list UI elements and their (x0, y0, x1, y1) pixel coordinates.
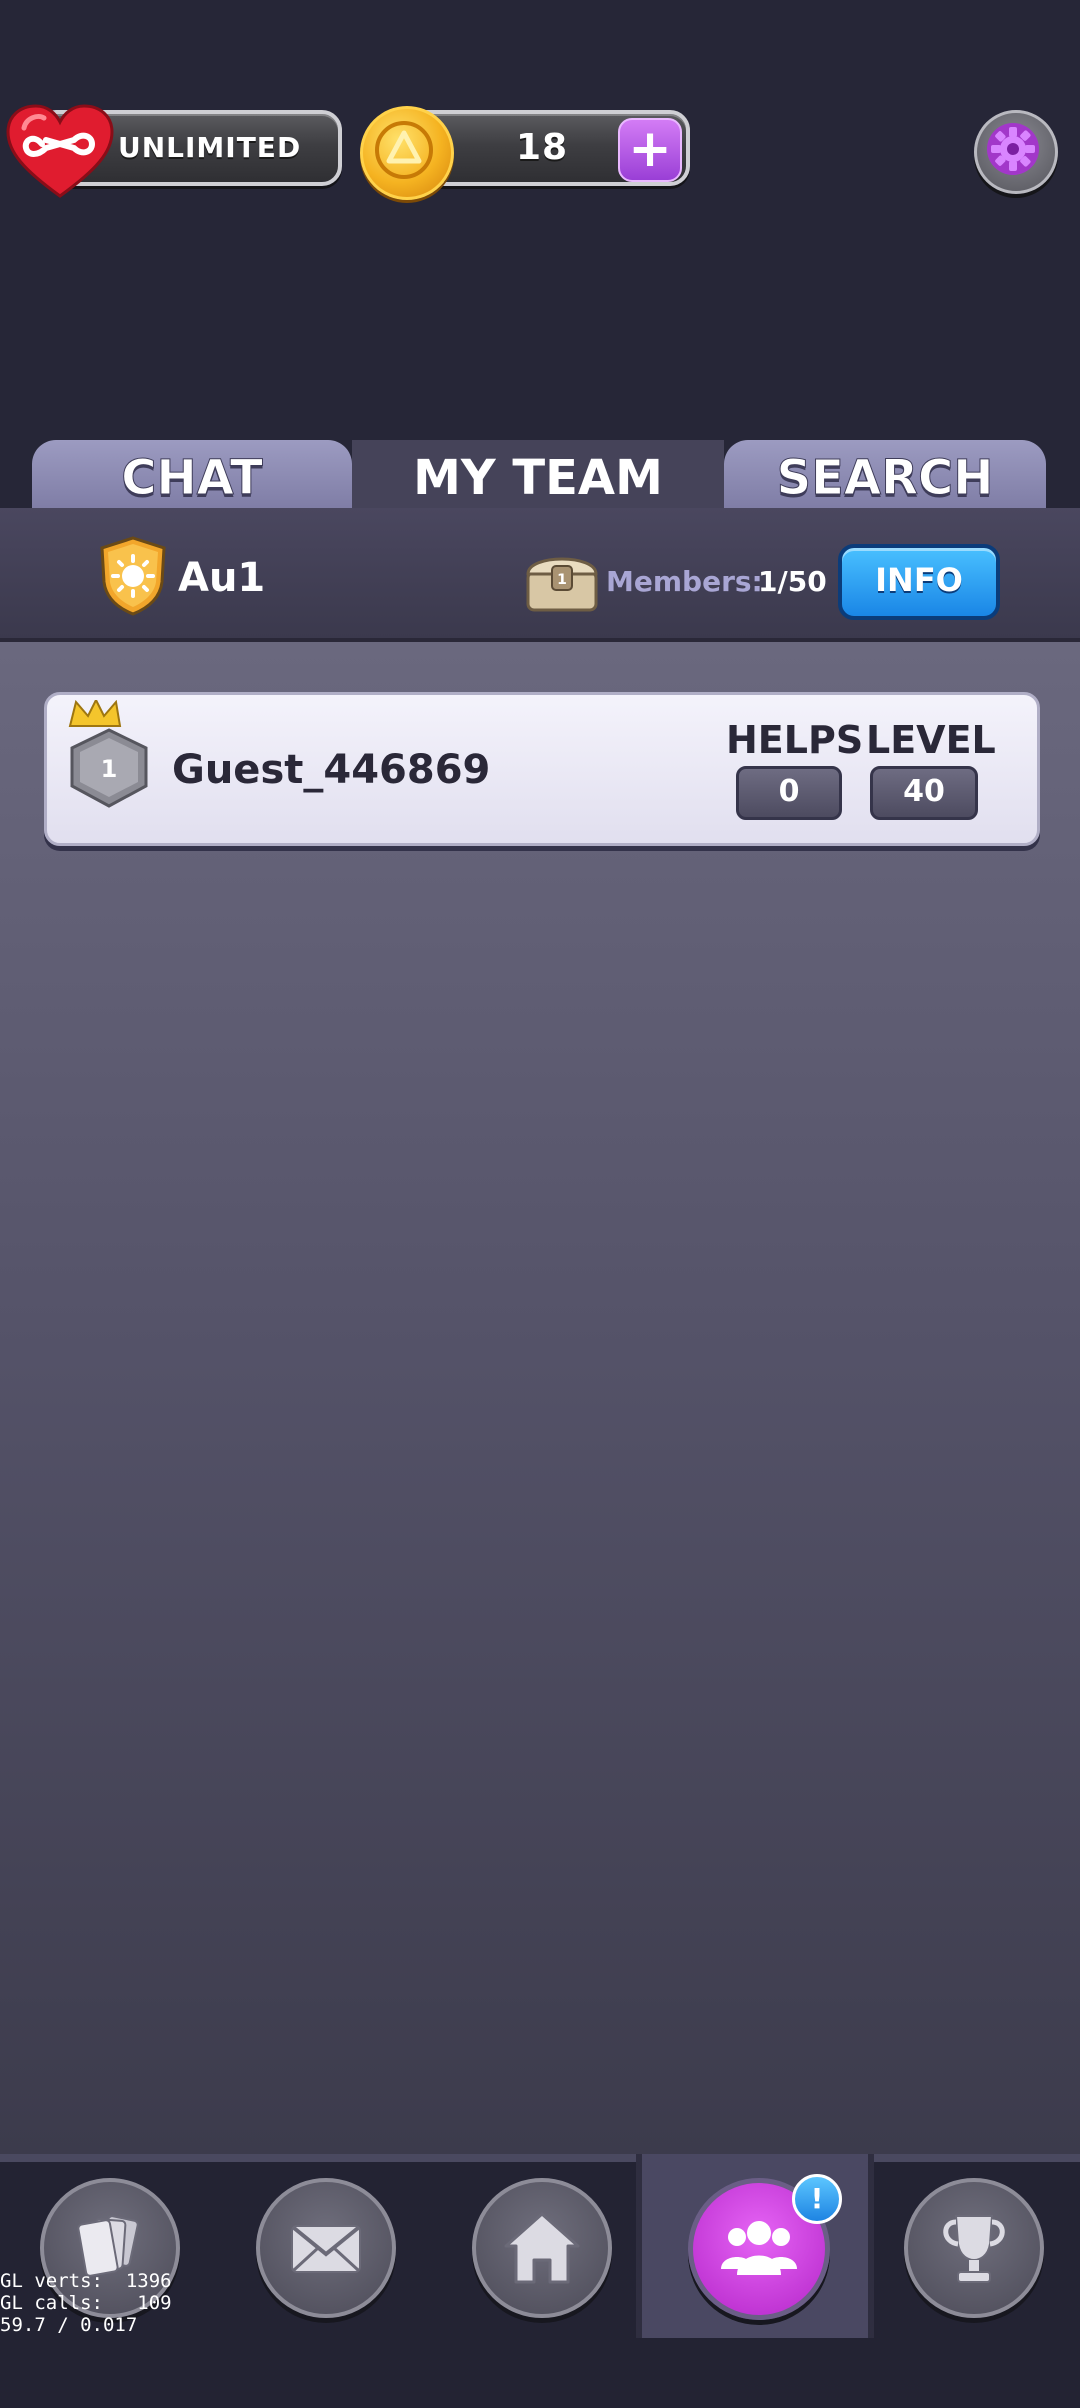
settings-gear-icon[interactable] (974, 110, 1058, 194)
rank-crown-badge-icon: 1 (68, 700, 148, 808)
helps-value: 0 (736, 766, 842, 820)
helps-label: HELPS (726, 718, 864, 762)
nav-mail-button[interactable] (256, 2178, 396, 2318)
buy-coins-button[interactable]: + (618, 118, 682, 182)
trophy-icon (943, 2215, 1005, 2283)
notification-badge: ! (792, 2174, 842, 2224)
chest-icon: 1 (526, 557, 598, 612)
nav-trophy-button[interactable] (904, 2178, 1044, 2318)
team-icon (721, 2221, 797, 2275)
members-count: 1/50 (758, 565, 827, 598)
member-rank: 1 (101, 755, 118, 783)
tab-search[interactable]: SEARCH (724, 440, 1046, 516)
debug-line: 59.7 / 0.017 (0, 2314, 138, 2336)
mail-icon (291, 2225, 361, 2273)
level-value: 40 (870, 766, 978, 820)
level-label: LEVEL (866, 718, 996, 762)
svg-text:1: 1 (557, 572, 567, 588)
debug-line: GL verts: 1396 (0, 2270, 172, 2292)
nav-divider (636, 2154, 642, 2338)
members-label: Members: (606, 565, 763, 598)
team-members-list (0, 642, 1080, 2154)
heart-infinity-icon (6, 104, 114, 198)
member-name: Guest_446869 (172, 747, 491, 793)
lives-text: UNLIMITED (118, 131, 302, 164)
info-button[interactable]: INFO (838, 544, 1000, 620)
coins-value: 18 (515, 127, 569, 168)
team-name: Au1 (178, 555, 266, 601)
nav-divider (868, 2154, 874, 2338)
home-icon (504, 2212, 580, 2284)
coin-icon (360, 106, 454, 200)
team-badge-icon (100, 536, 166, 616)
debug-line: GL calls: 109 (0, 2292, 172, 2314)
debug-overlay: GL verts: 1396 GL calls: 109 59.7 / 0.01… (0, 2270, 172, 2336)
nav-home-button[interactable] (472, 2178, 612, 2318)
tab-chat[interactable]: CHAT (32, 440, 352, 516)
